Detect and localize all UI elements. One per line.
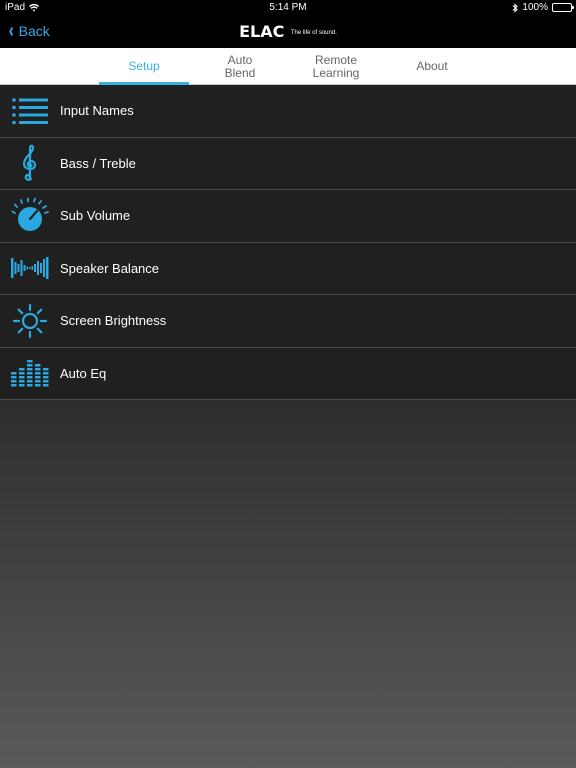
waveform-icon bbox=[11, 250, 49, 286]
equalizer-icon bbox=[11, 355, 49, 391]
menu-item-label: Speaker Balance bbox=[60, 260, 160, 276]
menu-item-label: Input Names bbox=[60, 103, 134, 119]
tab-label-line1: Auto bbox=[227, 52, 253, 67]
menu-item-input-names[interactable]: Input Names bbox=[0, 85, 576, 138]
tab-setup[interactable]: Setup bbox=[99, 48, 189, 85]
treble-clef-icon bbox=[11, 144, 49, 182]
battery-icon bbox=[552, 3, 574, 12]
menu-item-auto-eq[interactable]: Auto Eq bbox=[0, 347, 576, 400]
tab-about[interactable]: About bbox=[387, 48, 477, 85]
battery-percent: 100% bbox=[522, 2, 548, 13]
tab-auto-blend[interactable]: Auto Blend bbox=[195, 48, 285, 85]
tab-remote-learning[interactable]: Remote Learning bbox=[291, 48, 381, 85]
app-logo: ELAC The life of sound. bbox=[0, 22, 576, 42]
sun-icon bbox=[11, 303, 49, 339]
logo-tagline: The life of sound. bbox=[290, 29, 337, 36]
setup-menu-list: Input Names Bass / Treble Sub Volume Spe… bbox=[0, 85, 576, 400]
tab-label-line1: Remote bbox=[314, 52, 358, 67]
tab-label-line2: Learning bbox=[312, 65, 360, 80]
logo-brand: ELAC bbox=[239, 22, 285, 41]
list-icon bbox=[11, 93, 49, 129]
tab-bar: Setup Auto Blend Remote Learning About bbox=[0, 48, 576, 85]
status-bar: iPad 5:14 PM 100% bbox=[0, 0, 576, 16]
menu-item-sub-volume[interactable]: Sub Volume bbox=[0, 190, 576, 243]
status-time: 5:14 PM bbox=[269, 2, 307, 13]
menu-item-label: Screen Brightness bbox=[60, 313, 167, 329]
tab-label: About bbox=[416, 59, 448, 73]
menu-item-bass-treble[interactable]: Bass / Treble bbox=[0, 137, 576, 190]
content-area: Input Names Bass / Treble Sub Volume Spe… bbox=[0, 85, 576, 768]
nav-bar: ‹ Back ELAC The life of sound. bbox=[0, 16, 576, 48]
menu-item-speaker-balance[interactable]: Speaker Balance bbox=[0, 242, 576, 295]
tab-label-line2: Blend bbox=[224, 65, 256, 80]
menu-item-label: Auto Eq bbox=[60, 365, 107, 381]
volume-knob-icon bbox=[11, 197, 49, 234]
menu-item-label: Sub Volume bbox=[60, 208, 131, 224]
menu-item-label: Bass / Treble bbox=[60, 155, 136, 171]
tab-label: Setup bbox=[128, 59, 160, 73]
bluetooth-icon bbox=[512, 2, 519, 13]
menu-item-screen-brightness[interactable]: Screen Brightness bbox=[0, 295, 576, 348]
